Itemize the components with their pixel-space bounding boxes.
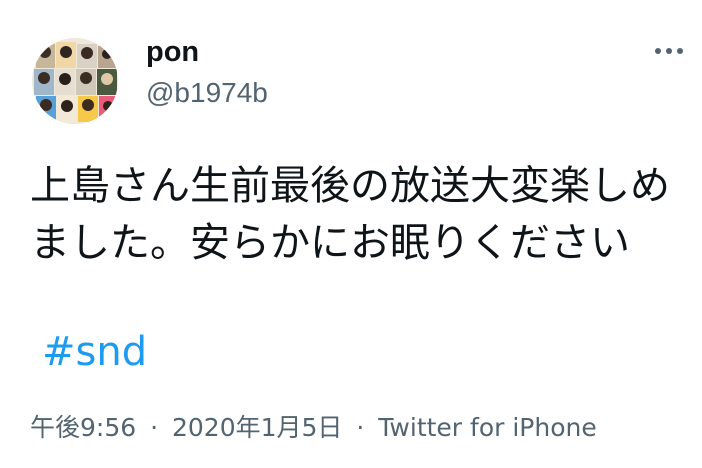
- more-icon[interactable]: [648, 40, 690, 62]
- meta-separator: ·: [150, 413, 159, 442]
- more-horizontal-icon: [655, 48, 683, 54]
- tweet-text: 上島さん生前最後の放送大変楽しめました。安らかにお眠りください: [30, 163, 670, 266]
- tweet-source[interactable]: Twitter for iPhone: [378, 413, 596, 442]
- tweet-date[interactable]: 2020年1月5日: [172, 413, 342, 442]
- tweet-card: pon @b1974b 上島さん生前最後の放送大変楽しめました。安らかにお眠りく…: [0, 0, 702, 468]
- photo-collage-icon: [32, 38, 118, 124]
- display-name[interactable]: pon: [146, 34, 199, 70]
- tweet-time[interactable]: 午後9:56: [30, 413, 136, 442]
- meta-separator: ·: [356, 413, 365, 442]
- hashtag-link[interactable]: #snd: [42, 324, 147, 381]
- tweet-meta: 午後9:56 · 2020年1月5日 · Twitter for iPhone: [30, 410, 597, 446]
- user-handle[interactable]: @b1974b: [146, 76, 268, 110]
- avatar[interactable]: [32, 38, 118, 124]
